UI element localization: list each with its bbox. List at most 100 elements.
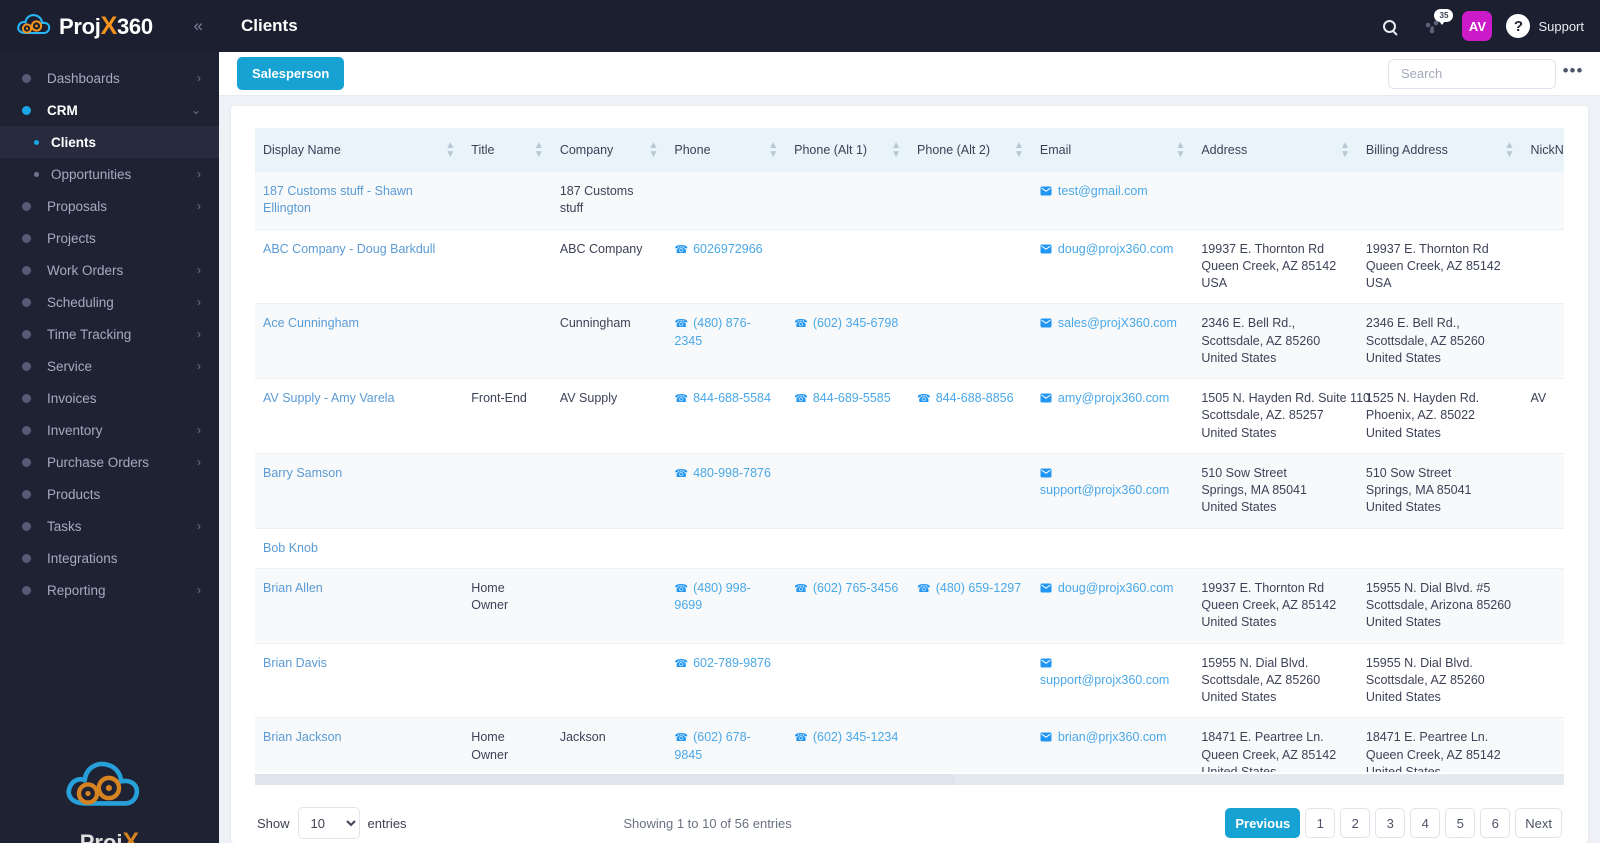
- cell-phone[interactable]: ☎ (480) 876-2345: [666, 303, 787, 379]
- sidebar-item-dashboards[interactable]: Dashboards ›: [0, 62, 219, 94]
- table-row[interactable]: 187 Customs stuff - Shawn Ellington 187 C…: [255, 172, 1564, 230]
- pagination-previous-button[interactable]: Previous: [1225, 808, 1301, 838]
- sidebar-item-proposals[interactable]: Proposals ›: [0, 190, 219, 222]
- pagination-page-6[interactable]: 6: [1480, 808, 1511, 838]
- cell-phone[interactable]: ☎ 480-998-7876: [666, 453, 787, 529]
- cell-display-name[interactable]: Brian Davis: [255, 643, 464, 719]
- cell-email[interactable]: doug@projx360.com: [1031, 229, 1194, 305]
- cell-display-name[interactable]: Brian Jackson: [255, 717, 464, 772]
- column-header-company[interactable]: Company ▲ ▼: [551, 128, 667, 172]
- cell-email[interactable]: amy@projx360.com: [1031, 378, 1194, 454]
- table-row[interactable]: Barry Samson ☎ 480-998-7876 support@projx36…: [255, 453, 1564, 529]
- sort-arrows-icon[interactable]: ▲ ▼: [768, 141, 778, 160]
- cell-email[interactable]: brian@prjx360.com: [1031, 717, 1194, 772]
- cell-phone-alt1[interactable]: ☎ 844-689-5585: [786, 378, 910, 454]
- sidebar-item-purchase-orders[interactable]: Purchase Orders ›: [0, 446, 219, 478]
- notifications-button[interactable]: 35: [1418, 9, 1454, 41]
- bullet-icon: [22, 585, 31, 595]
- cell-nickname: [1522, 528, 1564, 569]
- table-row[interactable]: Brian Allen Home Owner ☎ (480) 998-9699 ☎ (60…: [255, 568, 1564, 644]
- sidebar-item-reporting[interactable]: Reporting ›: [0, 574, 219, 606]
- cell-phone[interactable]: ☎ (480) 998-9699: [666, 568, 787, 644]
- sort-arrows-icon[interactable]: ▲ ▼: [445, 141, 455, 160]
- pagination-page-2[interactable]: 2: [1340, 808, 1371, 838]
- cell-display-name[interactable]: Barry Samson: [255, 453, 464, 529]
- sidebar-item-products[interactable]: Products: [0, 478, 219, 510]
- column-header-email[interactable]: Email ▲ ▼: [1031, 128, 1194, 172]
- sort-arrows-icon[interactable]: ▲ ▼: [1340, 141, 1350, 160]
- table-row[interactable]: Ace Cunningham Cunningham ☎ (480) 876-2345 ☎…: [255, 303, 1564, 379]
- cell-title: [463, 643, 552, 719]
- cell-phone[interactable]: ☎ (602) 678-9845: [666, 717, 787, 772]
- cell-phone-alt1[interactable]: ☎ (602) 345-1234: [786, 717, 910, 772]
- table-row[interactable]: Bob Knob: [255, 528, 1564, 569]
- table-row[interactable]: AV Supply - Amy Varela Front-End AV Supply…: [255, 378, 1564, 454]
- column-header-phone-alt-2-[interactable]: Phone (Alt 2) ▲ ▼: [909, 128, 1032, 172]
- table-scroll-region[interactable]: Display Name ▲ ▼ Title ▲ ▼ Company ▲ ▼ Phone ▲ ▼ Pho…: [255, 128, 1564, 772]
- sidebar-item-time-tracking[interactable]: Time Tracking ›: [0, 318, 219, 350]
- column-header-phone[interactable]: Phone ▲ ▼: [666, 128, 787, 172]
- cell-phone-alt1[interactable]: ☎ (602) 765-3456: [786, 568, 910, 644]
- sidebar-item-projects[interactable]: Projects: [0, 222, 219, 254]
- sort-arrows-icon[interactable]: ▲ ▼: [1014, 141, 1024, 160]
- cell-phone-alt1[interactable]: ☎ (602) 345-6798: [786, 303, 910, 379]
- cell-display-name[interactable]: Bob Knob: [255, 528, 464, 569]
- sidebar-item-work-orders[interactable]: Work Orders ›: [0, 254, 219, 286]
- email-icon: [1040, 186, 1052, 196]
- horizontal-scrollbar-thumb[interactable]: [255, 774, 955, 785]
- cell-email[interactable]: support@projx360.com: [1031, 453, 1194, 529]
- search-input[interactable]: [1388, 58, 1556, 89]
- cell-email[interactable]: test@gmail.com: [1031, 172, 1194, 230]
- sidebar-item-crm[interactable]: CRM ⌄: [0, 94, 219, 126]
- sort-arrows-icon[interactable]: ▲ ▼: [534, 141, 544, 160]
- cell-display-name[interactable]: ABC Company - Doug Barkdull: [255, 229, 464, 305]
- sort-arrows-icon[interactable]: ▲ ▼: [1175, 141, 1185, 160]
- sort-arrows-icon[interactable]: ▲ ▼: [891, 141, 901, 160]
- pagination-page-1[interactable]: 1: [1305, 808, 1336, 838]
- sidebar-item-scheduling[interactable]: Scheduling ›: [0, 286, 219, 318]
- sidebar-collapse-icon[interactable]: «: [194, 16, 205, 36]
- support-button[interactable]: ? Support: [1506, 14, 1584, 38]
- sidebar-item-integrations[interactable]: Integrations: [0, 542, 219, 574]
- cell-email[interactable]: sales@projX360.com: [1031, 303, 1194, 379]
- pagination-page-3[interactable]: 3: [1375, 808, 1406, 838]
- cell-display-name[interactable]: AV Supply - Amy Varela: [255, 378, 464, 454]
- cell-phone[interactable]: ☎ 602-789-9876: [666, 643, 787, 719]
- pagination-page-5[interactable]: 5: [1445, 808, 1476, 838]
- table-row[interactable]: Brian Jackson Home Owner Jackson ☎ (602) 678…: [255, 717, 1564, 772]
- sidebar-item-clients[interactable]: Clients: [0, 126, 219, 158]
- column-header-display-name[interactable]: Display Name ▲ ▼: [255, 128, 464, 172]
- column-header-nickna[interactable]: NickNa: [1522, 128, 1564, 172]
- column-header-phone-alt-1-[interactable]: Phone (Alt 1) ▲ ▼: [786, 128, 910, 172]
- column-header-address[interactable]: Address ▲ ▼: [1193, 128, 1358, 172]
- cell-display-name[interactable]: Ace Cunningham: [255, 303, 464, 379]
- table-row[interactable]: ABC Company - Doug Barkdull ABC Company ☎ 6…: [255, 229, 1564, 305]
- cell-phone[interactable]: ☎ 844-688-5584: [666, 378, 787, 454]
- global-search-button[interactable]: [1374, 11, 1404, 41]
- cell-display-name[interactable]: Brian Allen: [255, 568, 464, 644]
- cell-phone-alt2[interactable]: ☎ (480) 659-1297: [909, 568, 1032, 644]
- entries-per-page-select[interactable]: 10: [297, 807, 360, 839]
- cell-display-name[interactable]: 187 Customs stuff - Shawn Ellington: [255, 172, 464, 230]
- horizontal-scrollbar[interactable]: [255, 774, 1564, 785]
- table-row[interactable]: Brian Davis ☎ 602-789-9876 support@projx360…: [255, 643, 1564, 719]
- sort-arrows-icon[interactable]: ▲ ▼: [648, 141, 658, 160]
- salesperson-button[interactable]: Salesperson: [237, 57, 345, 90]
- pagination-page-4[interactable]: 4: [1410, 808, 1441, 838]
- cell-phone-alt2[interactable]: ☎ 844-688-8856: [909, 378, 1032, 454]
- sidebar-item-inventory[interactable]: Inventory ›: [0, 414, 219, 446]
- user-avatar[interactable]: AV: [1462, 11, 1493, 41]
- column-header-title[interactable]: Title ▲ ▼: [463, 128, 552, 172]
- cell-phone[interactable]: ☎ 6026972966: [666, 229, 787, 305]
- sidebar-item-service[interactable]: Service ›: [0, 350, 219, 382]
- cell-email[interactable]: doug@projx360.com: [1031, 568, 1194, 644]
- column-header-billing-address[interactable]: Billing Address ▲ ▼: [1357, 128, 1523, 172]
- cell-email[interactable]: support@projx360.com: [1031, 643, 1194, 719]
- toolbar-more-options-icon[interactable]: •••: [1560, 61, 1586, 87]
- pagination-next-button[interactable]: Next: [1515, 808, 1562, 838]
- sort-arrows-icon[interactable]: ▲ ▼: [1505, 141, 1515, 160]
- sidebar-item-opportunities[interactable]: Opportunities ›: [0, 158, 219, 190]
- email-icon: [1040, 244, 1052, 254]
- sidebar-item-invoices[interactable]: Invoices: [0, 382, 219, 414]
- sidebar-item-tasks[interactable]: Tasks ›: [0, 510, 219, 542]
